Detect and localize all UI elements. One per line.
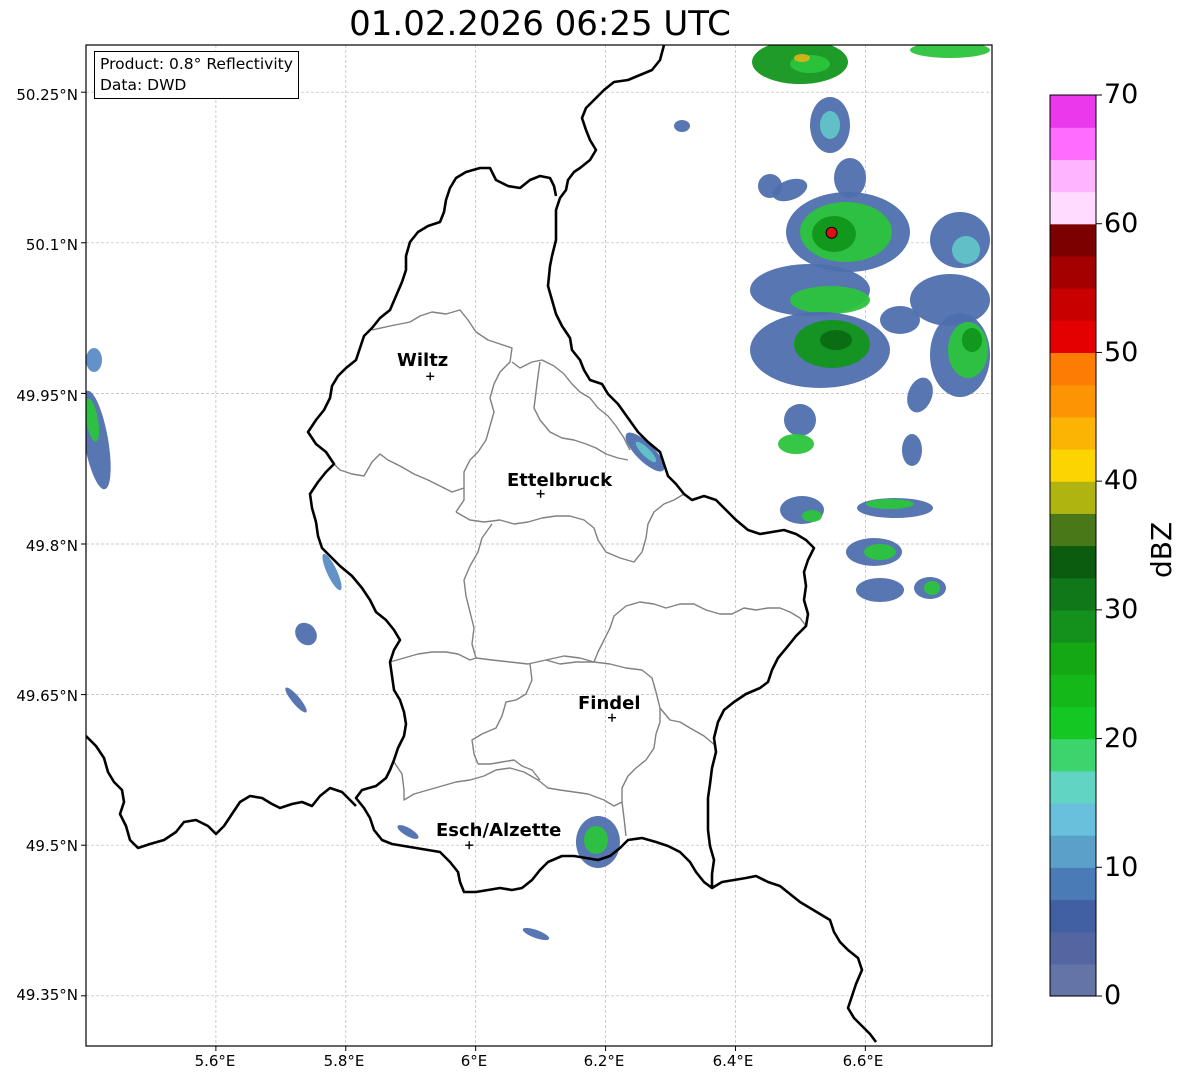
colorbar-tick-20: 20 (1104, 723, 1139, 754)
echo-blob (856, 578, 904, 602)
colorbar-segment (1050, 320, 1096, 354)
radar-site-marker (825, 226, 838, 239)
colorbar-segment (1050, 835, 1096, 868)
echo-blob (902, 434, 922, 466)
colorbar-segment (1050, 95, 1096, 128)
colorbar-label: dBZ (1145, 521, 1178, 578)
colorbar-segment (1050, 706, 1096, 740)
colorbar-segment (1050, 513, 1096, 547)
echo-blob (584, 826, 608, 854)
colorbar-segment (1050, 642, 1096, 675)
colorbar-segment (1050, 963, 1096, 997)
colorbar-segment (1050, 416, 1096, 450)
lat-label-50.25: 50.25°N (16, 86, 78, 104)
colorbar-segment (1050, 577, 1096, 611)
colorbar-segment (1050, 448, 1096, 482)
lon-label-6.2: 6.2°E (583, 1052, 625, 1070)
lat-label-49.65: 49.65°N (16, 687, 78, 705)
colorbar-tick-70: 70 (1104, 79, 1139, 110)
colorbar-segment (1050, 931, 1096, 965)
product-info-box: Product: 0.8° Reflectivity Data: DWD (94, 51, 299, 99)
echo-blob (86, 348, 102, 372)
lon-label-6.4: 6.4°E (712, 1052, 754, 1070)
colorbar-tick-10: 10 (1104, 852, 1139, 883)
colorbar-segment (1050, 899, 1096, 933)
lat-label-49.8: 49.8°N (25, 537, 78, 555)
product-text: Product: 0.8° Reflectivity (100, 55, 293, 73)
data-source-text: Data: DWD (100, 76, 187, 94)
lon-label-6: 6°E (460, 1052, 488, 1070)
colorbar-tick-30: 30 (1104, 594, 1139, 625)
colorbar-segment (1050, 288, 1096, 321)
echo-blob (778, 434, 814, 454)
colorbar-segment (1050, 191, 1096, 225)
echo-blob (820, 330, 852, 350)
colorbar-segment (1050, 127, 1096, 160)
echo-blob (784, 404, 816, 436)
place-label-esch-alzette: Esch/Alzette (436, 820, 562, 841)
colorbar-segment (1050, 352, 1096, 386)
echo-blob (834, 158, 866, 198)
colorbar-tick-40: 40 (1104, 465, 1139, 496)
colorbar-segment (1050, 738, 1096, 772)
colorbar-segment (1050, 481, 1096, 514)
colorbar-segment (1050, 802, 1096, 836)
colorbar-tick-60: 60 (1104, 208, 1139, 239)
echo-blob (864, 544, 896, 560)
echo-blob (924, 581, 940, 595)
lon-label-5.8: 5.8°E (323, 1052, 365, 1070)
lat-label-49.95: 49.95°N (16, 387, 78, 405)
lat-label-50.1: 50.1°N (25, 236, 78, 254)
map-canvas[interactable] (0, 0, 1184, 1081)
echo-blob (952, 236, 980, 264)
lat-label-49.35: 49.35°N (16, 986, 78, 1004)
echo-blob (866, 499, 914, 509)
echo-blob (674, 120, 690, 132)
echo-blob (790, 286, 870, 314)
colorbar-segment (1050, 770, 1096, 804)
echo-blob (794, 54, 810, 62)
place-label-wiltz: Wiltz (397, 350, 449, 371)
lat-label-49.5: 49.5°N (25, 837, 78, 855)
colorbar-tick-50: 50 (1104, 337, 1139, 368)
place-label-findel: Findel (578, 693, 641, 714)
echo-blob (820, 111, 840, 139)
echo-blob (880, 306, 920, 334)
echo-blob (802, 510, 822, 522)
lon-label-5.6: 5.6°E (194, 1052, 236, 1070)
colorbar (1049, 94, 1102, 997)
colorbar-segment (1050, 609, 1096, 643)
colorbar-segment (1050, 674, 1096, 707)
place-label-ettelbruck: Ettelbruck (507, 470, 613, 491)
colorbar-segment (1050, 159, 1096, 193)
lon-label-6.6: 6.6°E (842, 1052, 884, 1070)
echo-blob (758, 174, 782, 198)
colorbar-segment (1050, 223, 1096, 257)
colorbar-segment (1050, 545, 1096, 579)
colorbar-segment (1050, 255, 1096, 289)
colorbar-segment (1050, 867, 1096, 901)
echo-blob (962, 328, 982, 352)
colorbar-tick-0: 0 (1104, 980, 1122, 1011)
colorbar-segment (1050, 384, 1096, 418)
